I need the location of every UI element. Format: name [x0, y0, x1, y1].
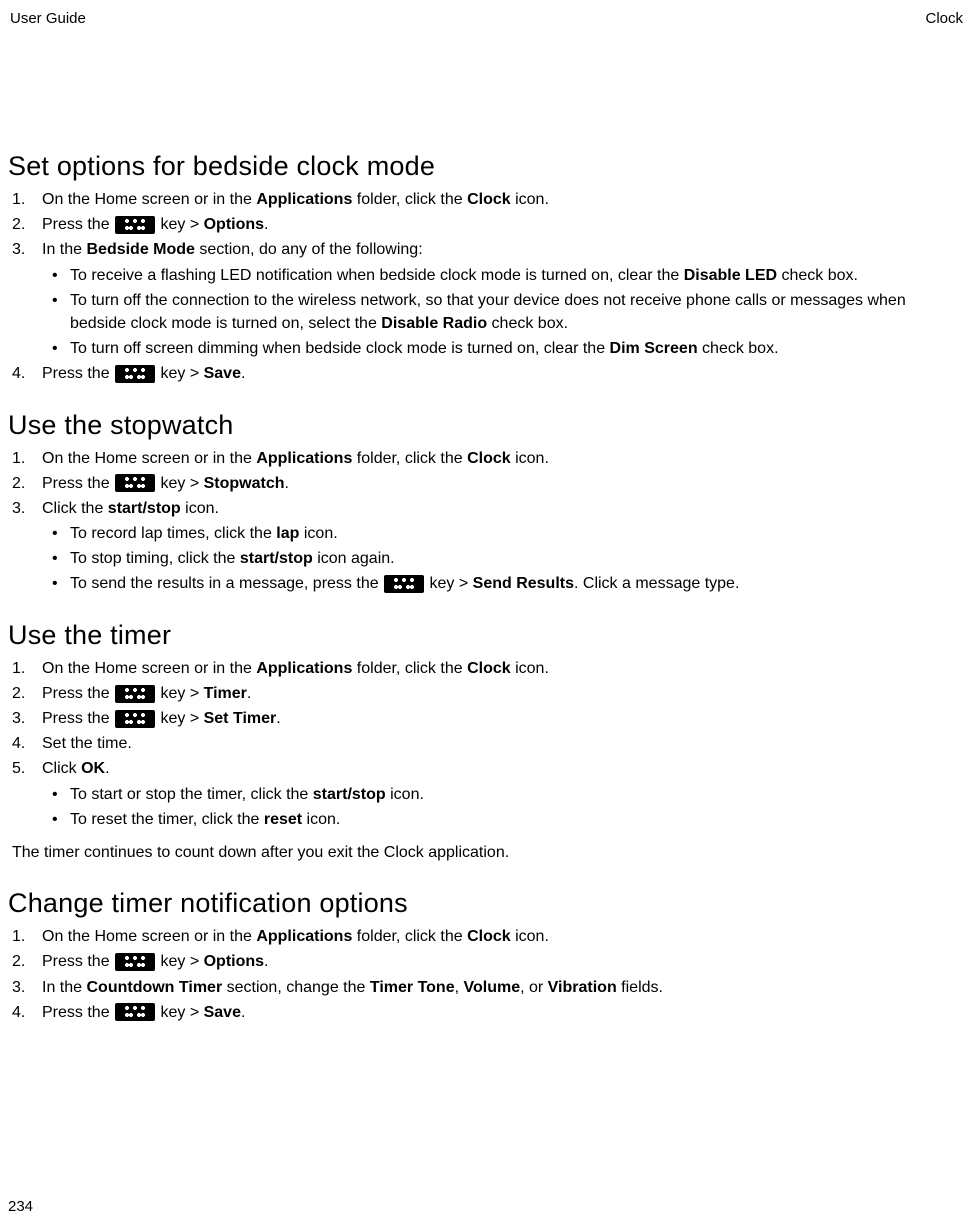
- bullet: To record lap times, click the lap icon.: [42, 522, 965, 545]
- step: Press the key > Stopwatch.: [8, 472, 965, 495]
- bullet: To turn off the connection to the wirele…: [42, 289, 965, 335]
- step: Click OK. To start or stop the timer, cl…: [8, 757, 965, 831]
- step: In the Bedside Mode section, do any of t…: [8, 238, 965, 360]
- section-title: Use the stopwatch: [8, 410, 965, 441]
- section-stopwatch: Use the stopwatch On the Home screen or …: [8, 410, 965, 596]
- bullet: To start or stop the timer, click the st…: [42, 783, 965, 806]
- menu-key-icon: [115, 216, 155, 234]
- step: Press the key > Save.: [8, 1001, 965, 1024]
- menu-key-icon: [115, 474, 155, 492]
- step: Press the key > Set Timer.: [8, 707, 965, 730]
- bullet: To send the results in a message, press …: [42, 572, 965, 595]
- menu-key-icon: [384, 575, 424, 593]
- bullet: To receive a flashing LED notification w…: [42, 264, 965, 287]
- section-timer-notify: Change timer notification options On the…: [8, 888, 965, 1024]
- ordered-steps: On the Home screen or in the Application…: [8, 447, 965, 596]
- sub-bullets: To record lap times, click the lap icon.…: [42, 522, 965, 596]
- step: Press the key > Options.: [8, 213, 965, 236]
- section-title: Change timer notification options: [8, 888, 965, 919]
- sub-bullets: To receive a flashing LED notification w…: [42, 264, 965, 361]
- step: On the Home screen or in the Application…: [8, 925, 965, 948]
- menu-key-icon: [115, 1003, 155, 1021]
- step: On the Home screen or in the Application…: [8, 657, 965, 680]
- note-text: The timer continues to count down after …: [12, 841, 965, 864]
- ordered-steps: On the Home screen or in the Application…: [8, 657, 965, 831]
- page-header: User Guide Clock: [8, 10, 965, 137]
- ordered-steps: On the Home screen or in the Application…: [8, 925, 965, 1024]
- step: Set the time.: [8, 732, 965, 755]
- section-title: Use the timer: [8, 620, 965, 651]
- step: In the Countdown Timer section, change t…: [8, 976, 965, 999]
- section-timer: Use the timer On the Home screen or in t…: [8, 620, 965, 865]
- bullet: To reset the timer, click the reset icon…: [42, 808, 965, 831]
- step: Click the start/stop icon. To record lap…: [8, 497, 965, 596]
- menu-key-icon: [115, 953, 155, 971]
- step: Press the key > Timer.: [8, 682, 965, 705]
- step: On the Home screen or in the Application…: [8, 188, 965, 211]
- menu-key-icon: [115, 685, 155, 703]
- bullet: To turn off screen dimming when bedside …: [42, 337, 965, 360]
- section-title: Set options for bedside clock mode: [8, 151, 965, 182]
- step: Press the key > Options.: [8, 950, 965, 973]
- step: Press the key > Save.: [8, 362, 965, 385]
- header-left: User Guide: [10, 10, 86, 27]
- page-number: 234: [8, 1198, 33, 1215]
- bullet: To stop timing, click the start/stop ico…: [42, 547, 965, 570]
- step: On the Home screen or in the Application…: [8, 447, 965, 470]
- ordered-steps: On the Home screen or in the Application…: [8, 188, 965, 386]
- sub-bullets: To start or stop the timer, click the st…: [42, 783, 965, 831]
- header-right: Clock: [925, 10, 963, 27]
- menu-key-icon: [115, 365, 155, 383]
- section-bedside: Set options for bedside clock mode On th…: [8, 151, 965, 386]
- menu-key-icon: [115, 710, 155, 728]
